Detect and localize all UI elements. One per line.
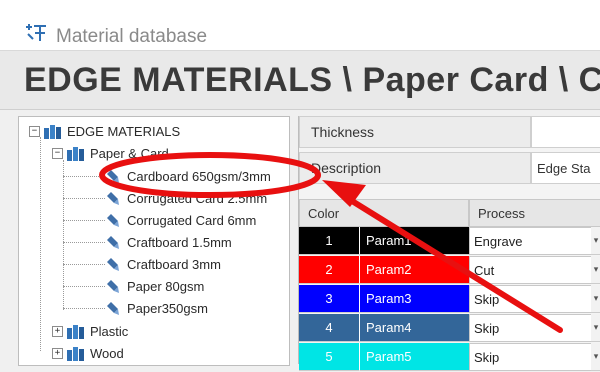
table-row: 1 Param1 Engrave ▾ — [299, 227, 600, 256]
tree-item-corrugated-6[interactable]: Corrugated Card 6mm — [105, 209, 256, 231]
tree-node-plastic[interactable]: + Plastic — [52, 320, 128, 342]
process-select[interactable]: Skip — [469, 285, 595, 313]
folder-books-icon — [67, 325, 84, 339]
material-leaf-icon — [107, 302, 119, 315]
material-leaf-icon — [107, 236, 119, 249]
material-leaf-icon — [107, 214, 119, 227]
thickness-field[interactable] — [531, 116, 600, 148]
folder-books-icon — [67, 347, 84, 361]
tree-connector — [63, 242, 105, 243]
material-path-header: EDGE MATERIALS \ Paper Card \ C — [0, 51, 600, 110]
tree-item-paper-350[interactable]: Paper350gsm — [105, 297, 208, 319]
tree-node-edge-materials[interactable]: − EDGE MATERIALS — [29, 120, 180, 142]
tree-connector — [63, 160, 64, 310]
material-tree[interactable]: − EDGE MATERIALS − Paper & Card Cardboar… — [18, 116, 290, 366]
material-path-text: EDGE MATERIALS \ Paper Card \ C — [24, 61, 600, 99]
table-row: 2 Param2 Cut ▾ — [299, 256, 600, 285]
color-column-header[interactable]: Color — [299, 199, 469, 227]
color-number-cell: 3 — [299, 285, 359, 313]
tree-item-label: Cardboard 650gsm/3mm — [127, 168, 271, 184]
table-row: 3 Param3 Skip ▾ — [299, 285, 600, 314]
thickness-label: Thickness — [299, 116, 531, 148]
color-number-cell: 5 — [299, 343, 359, 371]
process-select[interactable]: Cut — [469, 256, 595, 284]
material-leaf-icon — [107, 192, 119, 205]
tree-item-craftboard-3[interactable]: Craftboard 3mm — [105, 253, 221, 275]
title-bar: Material database — [0, 0, 600, 51]
folder-books-icon — [67, 147, 84, 161]
tree-item-label: Paper350gsm — [127, 300, 208, 316]
tree-item-paper-80[interactable]: Paper 80gsm — [105, 275, 204, 297]
description-label: Description — [299, 152, 531, 184]
tree-connector — [40, 137, 41, 351]
tree-node-label: EDGE MATERIALS — [67, 123, 181, 139]
tree-connector — [63, 286, 105, 287]
description-field[interactable]: Edge Sta — [531, 152, 600, 184]
folder-books-icon — [44, 125, 61, 139]
material-leaf-icon — [107, 170, 119, 183]
chevron-down-icon[interactable]: ▾ — [591, 256, 600, 284]
chevron-down-icon[interactable]: ▾ — [591, 227, 600, 255]
color-number-cell: 4 — [299, 314, 359, 342]
collapse-toggle[interactable]: − — [52, 147, 63, 159]
tree-item-craftboard-15[interactable]: Craftboard 1.5mm — [105, 231, 232, 253]
expand-toggle[interactable]: + — [52, 347, 63, 359]
tree-item-label: Craftboard 1.5mm — [127, 234, 232, 250]
param-cell[interactable]: Param3 — [359, 285, 469, 313]
tree-connector — [63, 176, 105, 177]
process-select[interactable]: Skip — [469, 314, 595, 342]
chevron-down-icon[interactable]: ▾ — [591, 285, 600, 313]
tree-node-paper-card[interactable]: − Paper & Card — [52, 142, 169, 164]
table-row: 5 Param5 Skip ▾ — [299, 343, 600, 372]
expand-toggle[interactable]: + — [52, 325, 63, 337]
window-title: Material database — [56, 26, 208, 47]
tree-item-label: Paper 80gsm — [127, 278, 205, 294]
param-cell[interactable]: Param1 — [359, 227, 469, 255]
tree-connector — [63, 198, 105, 199]
process-select[interactable]: Engrave — [469, 227, 595, 255]
table-row: 4 Param4 Skip ▾ — [299, 314, 600, 343]
param-cell[interactable]: Param5 — [359, 343, 469, 371]
process-column-header[interactable]: Process — [469, 199, 600, 227]
chevron-down-icon[interactable]: ▾ — [591, 314, 600, 342]
tree-node-label: Plastic — [90, 323, 129, 339]
tree-connector — [63, 308, 105, 309]
material-properties-panel: Thickness Description Edge Sta Color Pro… — [298, 116, 600, 371]
param-cell[interactable]: Param4 — [359, 314, 469, 342]
tree-node-label: Paper & Card — [90, 145, 169, 161]
material-leaf-icon — [107, 280, 119, 293]
color-number-cell: 1 — [299, 227, 359, 255]
tree-item-label: Corrugated Card 2.5mm — [127, 190, 268, 206]
color-number-cell: 2 — [299, 256, 359, 284]
tree-item-label: Craftboard 3mm — [127, 256, 221, 272]
collapse-toggle[interactable]: − — [29, 125, 40, 137]
tree-item-label: Corrugated Card 6mm — [127, 212, 257, 228]
tree-connector — [63, 220, 105, 221]
tree-item-cardboard[interactable]: Cardboard 650gsm/3mm — [105, 165, 271, 187]
tree-item-corrugated-25[interactable]: Corrugated Card 2.5mm — [105, 187, 267, 209]
chevron-down-icon[interactable]: ▾ — [591, 343, 600, 371]
material-leaf-icon — [107, 258, 119, 271]
process-select[interactable]: Skip — [469, 343, 595, 371]
param-cell[interactable]: Param2 — [359, 256, 469, 284]
tree-node-label: Wood — [90, 345, 124, 361]
tree-connector — [63, 264, 105, 265]
material-database-icon — [26, 24, 46, 41]
tree-node-wood[interactable]: + Wood — [52, 342, 124, 364]
